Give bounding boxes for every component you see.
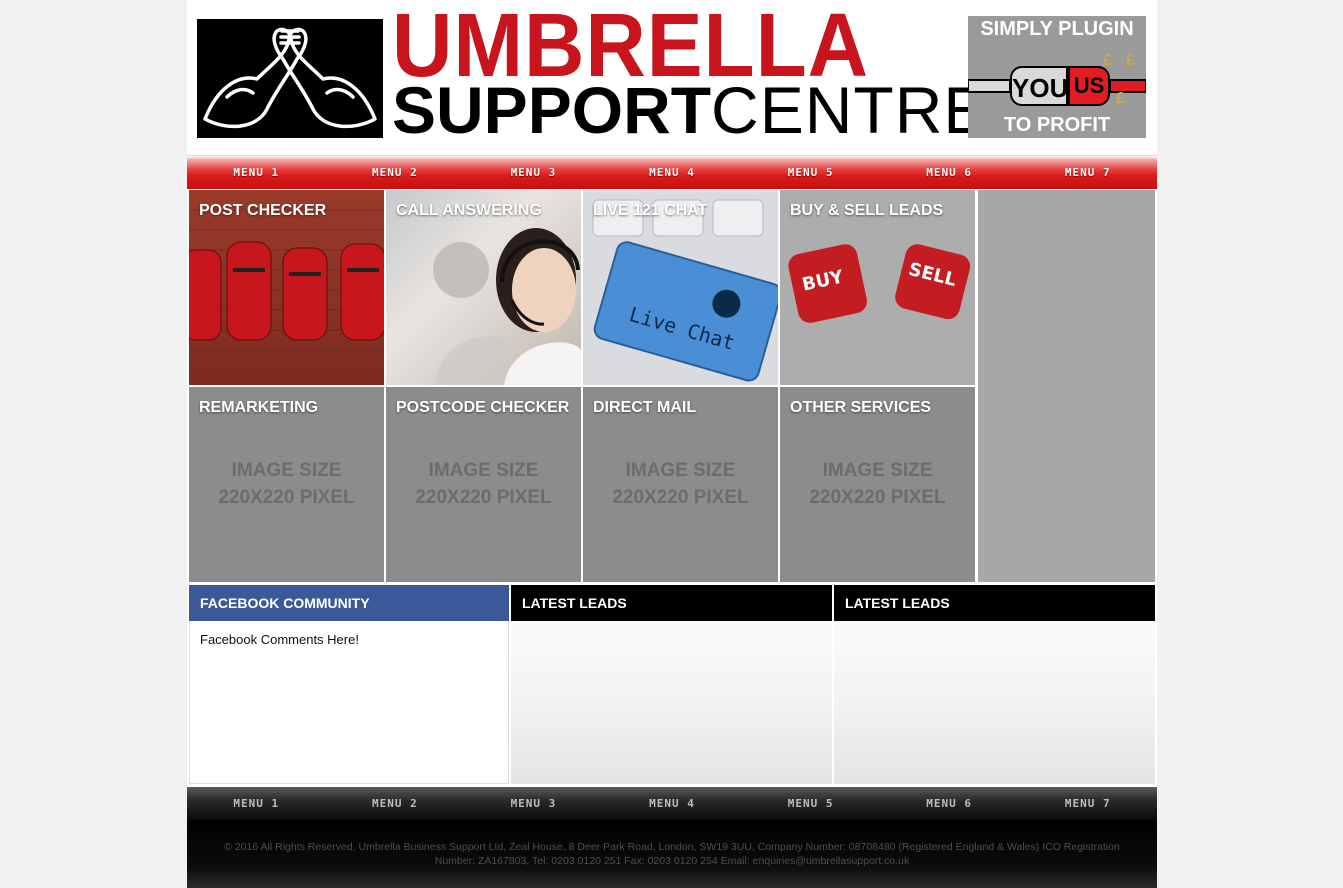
placeholder-line-1: IMAGE SIZE xyxy=(625,460,736,481)
tile-post-checker[interactable]: POST CHECKER xyxy=(189,190,384,385)
tile-label: DIRECT MAIL xyxy=(593,399,697,416)
placeholder-line-2: 220X220 PIXEL xyxy=(415,487,552,508)
page: UMBRELLA SUPPORTCENTRE SIMPLY PLUGIN YOU… xyxy=(187,0,1157,888)
placeholder-line-1: IMAGE SIZE xyxy=(822,460,933,481)
panel-title: LATEST LEADS xyxy=(511,585,832,621)
advert-you-plug: YOU xyxy=(1010,66,1068,106)
image-placeholder: IMAGE SIZE 220X220 PIXEL xyxy=(583,457,778,511)
footer-menu-item-5[interactable]: MENU 5 xyxy=(741,797,880,810)
tile-other-services[interactable]: OTHER SERVICES IMAGE SIZE 220X220 PIXEL xyxy=(780,387,975,582)
arm-wrestling-logo-icon[interactable] xyxy=(197,19,383,138)
tile-buy-sell-leads[interactable]: BUY SELL BUY & SELL LEADS xyxy=(780,190,975,385)
advert-us-plug: US xyxy=(1068,66,1110,106)
facebook-community-panel: FACEBOOK COMMUNITY Facebook Comments Her… xyxy=(189,585,509,784)
brand-subtitle: SUPPORTCENTRE xyxy=(392,77,987,143)
menu-item-6[interactable]: MENU 6 xyxy=(880,166,1019,179)
tile-label: CALL ANSWERING xyxy=(396,202,542,219)
bottom-menu-bar: MENU 1 MENU 2 MENU 3 MENU 4 MENU 5 MENU … xyxy=(187,787,1157,820)
advert-bottom-text: TO PROFIT xyxy=(1003,114,1111,136)
footer-menu-item-3[interactable]: MENU 3 xyxy=(464,797,603,810)
tile-live-121-chat[interactable]: Live Chat LIVE 121 CHAT xyxy=(583,190,778,385)
placeholder-line-1: IMAGE SIZE xyxy=(231,460,342,481)
placeholder-line-2: 220X220 PIXEL xyxy=(809,487,946,508)
image-placeholder: IMAGE SIZE 220X220 PIXEL xyxy=(386,457,581,511)
footer-menu-item-7[interactable]: MENU 7 xyxy=(1018,797,1157,810)
facebook-comments-placeholder: Facebook Comments Here! xyxy=(200,632,359,647)
menu-item-1[interactable]: MENU 1 xyxy=(187,166,326,179)
tile-direct-mail[interactable]: DIRECT MAIL IMAGE SIZE 220X220 PIXEL xyxy=(583,387,778,582)
placeholder-line-1: IMAGE SIZE xyxy=(428,460,539,481)
footer-menu-item-4[interactable]: MENU 4 xyxy=(603,797,742,810)
menu-item-5[interactable]: MENU 5 xyxy=(741,166,880,179)
tile-remarketing[interactable]: REMARKETING IMAGE SIZE 220X220 PIXEL xyxy=(189,387,384,582)
tile-postcode-checker[interactable]: POSTCODE CHECKER IMAGE SIZE 220X220 PIXE… xyxy=(386,387,581,582)
footer-copyright: © 2016 All Rights Reserved, Umbrella Bus… xyxy=(224,841,1120,867)
image-placeholder: IMAGE SIZE 220X220 PIXEL xyxy=(189,457,384,511)
image-placeholder: IMAGE SIZE 220X220 PIXEL xyxy=(780,457,975,511)
latest-leads-panel-1: LATEST LEADS xyxy=(511,585,832,784)
panel-title: FACEBOOK COMMUNITY xyxy=(189,585,509,621)
menu-item-2[interactable]: MENU 2 xyxy=(326,166,465,179)
menu-item-3[interactable]: MENU 3 xyxy=(464,166,603,179)
tile-label: REMARKETING xyxy=(199,399,319,416)
brand-subtitle-support: SUPPORT xyxy=(392,73,712,147)
tile-label: POSTCODE CHECKER xyxy=(396,399,570,416)
panel-title: LATEST LEADS xyxy=(834,585,1155,621)
footer-menu-item-6[interactable]: MENU 6 xyxy=(880,797,1019,810)
advert-top-text: SIMPLY PLUGIN xyxy=(980,18,1134,40)
tile-call-answering[interactable]: CALL ANSWERING xyxy=(386,190,581,385)
plugin-advert-banner[interactable]: SIMPLY PLUGIN YOU US £ £ £ TO PROFIT xyxy=(968,16,1146,138)
site-header: UMBRELLA SUPPORTCENTRE SIMPLY PLUGIN YOU… xyxy=(187,0,1157,155)
tile-grid-filler xyxy=(978,190,1155,582)
pound-icon: £ xyxy=(1116,90,1125,107)
latest-leads-panel-2: LATEST LEADS xyxy=(834,585,1155,784)
footer-menu-item-1[interactable]: MENU 1 xyxy=(187,797,326,810)
tile-label: POST CHECKER xyxy=(199,202,327,219)
footer-menu-item-2[interactable]: MENU 2 xyxy=(326,797,465,810)
site-footer: © 2016 All Rights Reserved, Umbrella Bus… xyxy=(187,820,1157,888)
tile-label: BUY & SELL LEADS xyxy=(790,202,944,219)
menu-item-4[interactable]: MENU 4 xyxy=(603,166,742,179)
tile-label: LIVE 121 CHAT xyxy=(593,202,708,219)
pound-icon: £ xyxy=(1126,52,1135,69)
top-menu-bar: MENU 1 MENU 2 MENU 3 MENU 4 MENU 5 MENU … xyxy=(187,155,1157,189)
tile-label: OTHER SERVICES xyxy=(790,399,932,416)
menu-item-7[interactable]: MENU 7 xyxy=(1018,166,1157,179)
placeholder-line-2: 220X220 PIXEL xyxy=(218,487,355,508)
pound-icon: £ xyxy=(1103,52,1112,69)
brand-subtitle-centre: CENTRE xyxy=(711,73,989,147)
placeholder-line-2: 220X220 PIXEL xyxy=(612,487,749,508)
